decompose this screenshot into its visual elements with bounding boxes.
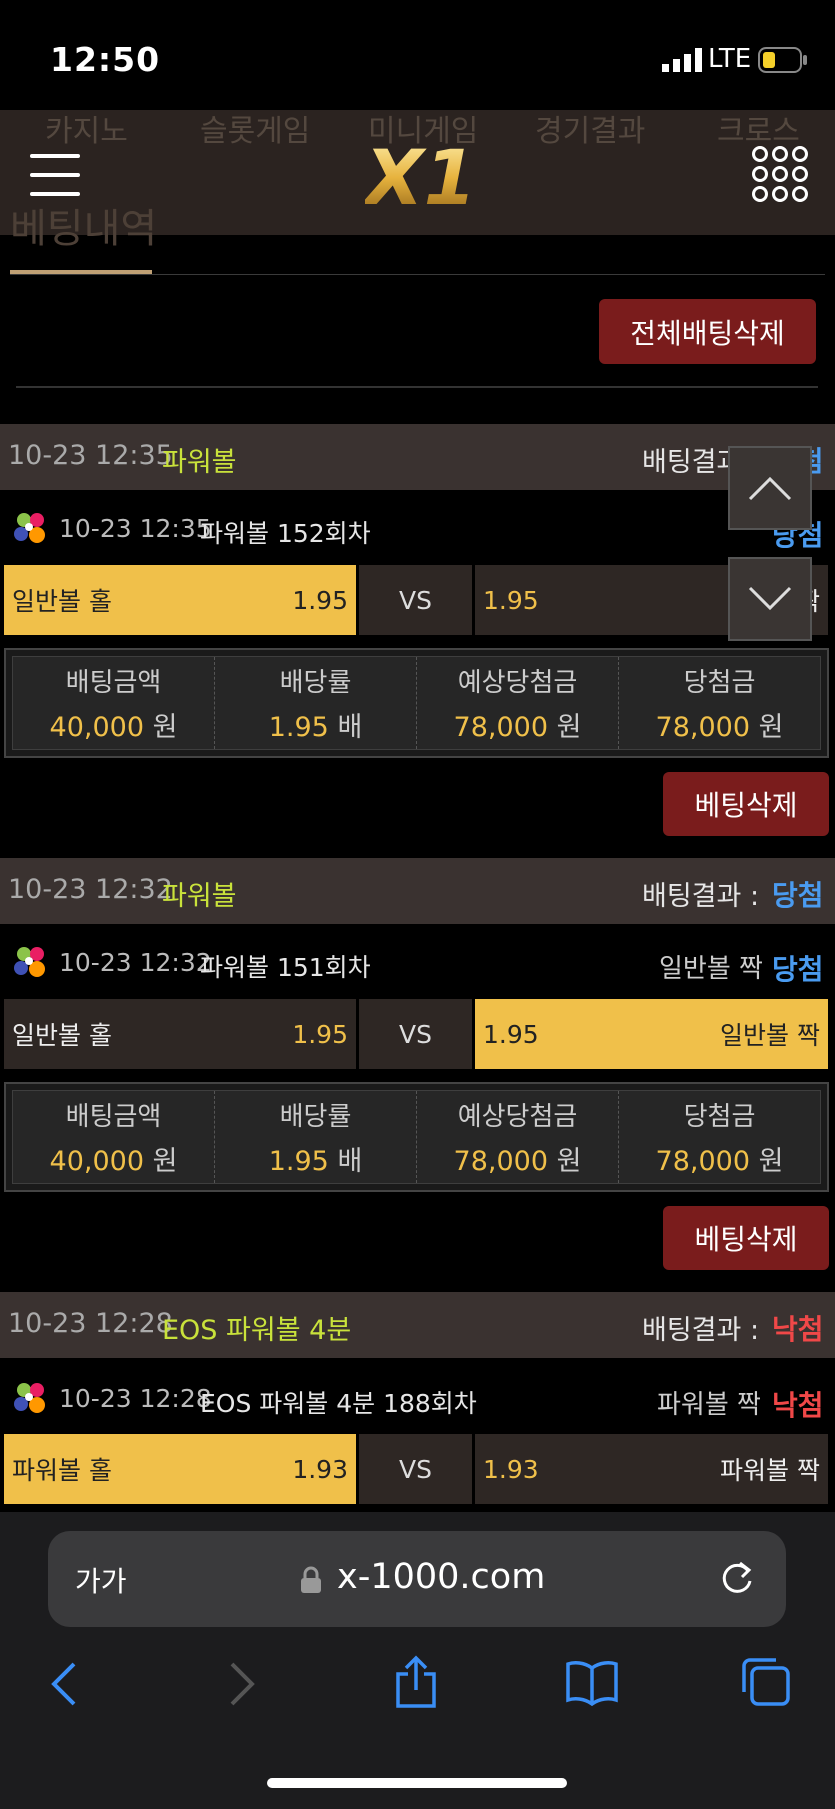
option-name: 일반볼 홀: [12, 587, 112, 616]
bet-detail-time: 10-23 12:35: [59, 514, 212, 543]
info-win-amount: 당첨금 78,000 원: [655, 1102, 784, 1177]
bet-detail-time: 10-23 12:32: [59, 948, 212, 977]
delete-bet-button[interactable]: 베팅삭제: [663, 1206, 829, 1270]
vs-label: VS: [359, 565, 472, 635]
bet-option-right: 1.95 일반볼 짝: [475, 999, 828, 1069]
status-time: 12:50: [50, 40, 161, 79]
delete-bet-button[interactable]: 베팅삭제: [663, 772, 829, 836]
option-odds: 1.95: [292, 585, 348, 615]
nav-cross[interactable]: 크로스: [717, 106, 800, 150]
powerball-icon: [10, 1378, 50, 1418]
apps-grid-icon[interactable]: [752, 146, 808, 202]
bet-round: EOS 파워볼 4분 188회차: [200, 1389, 477, 1418]
bet-result: 낙첨: [772, 1313, 824, 1346]
text-size-button[interactable]: 가가: [75, 1560, 127, 1600]
powerball-icon: [10, 942, 50, 982]
divider: [16, 386, 818, 388]
site-logo[interactable]: X1: [361, 133, 476, 222]
chevron-up-icon: [748, 476, 792, 501]
option-odds: 1.95: [483, 585, 539, 615]
chevron-down-icon: [748, 586, 792, 611]
powerball-icon: [10, 508, 50, 548]
tab-divider: [10, 274, 825, 275]
bet-detail-result: 당첨: [772, 953, 824, 986]
delete-all-bets-button[interactable]: 전체배팅삭제: [599, 299, 816, 364]
nav-slot[interactable]: 슬롯게임: [200, 106, 310, 150]
bookmarks-icon[interactable]: [564, 1660, 620, 1710]
info-odds: 배당률 1.95 배: [215, 1091, 417, 1183]
option-odds: 1.95: [292, 1019, 348, 1049]
network-label: LTE: [708, 44, 752, 74]
info-bet-amount: 배팅금액 40,000 원: [13, 657, 215, 749]
bet-detail-result: 낙첨: [772, 1389, 824, 1422]
info-expected-win: 예상당첨금 78,000 원: [417, 1091, 619, 1183]
option-name: 일반볼 짝: [720, 1021, 820, 1050]
forward-icon[interactable]: [226, 1660, 260, 1712]
bet-datetime: 10-23 12:28: [8, 1308, 173, 1339]
bet-round: 파워볼 152회차: [200, 519, 371, 548]
page-title: 베팅내역: [10, 206, 158, 252]
bet-detail-time: 10-23 12:28: [59, 1384, 212, 1413]
bet-info-box: 배팅금액 40,000 원 배당률 1.95 배 예상당첨금 78,000 원 당첨금…: [4, 1082, 829, 1192]
lock-icon: [300, 1566, 322, 1598]
option-odds: 1.95: [483, 1019, 539, 1049]
bet-option-right: 1.93 파워볼 짝: [475, 1434, 828, 1504]
nav-casino[interactable]: 카지노: [45, 106, 128, 150]
nav-results[interactable]: 경기결과: [535, 106, 645, 150]
bet-result-label: 배팅결과 :: [642, 881, 760, 912]
option-name: 파워볼 짝: [720, 1456, 820, 1485]
bet-option-left: 일반볼 홀 1.95: [4, 999, 356, 1069]
bet-result: 당첨: [772, 879, 824, 912]
bet-pick: 파워볼 짝: [657, 1390, 761, 1420]
battery-icon: [758, 47, 808, 73]
info-expected-win: 예상당첨금 78,000 원: [417, 657, 619, 749]
vs-label: VS: [359, 1434, 472, 1504]
info-win-amount: 당첨금 78,000 원: [655, 668, 784, 743]
home-indicator: [267, 1778, 567, 1788]
signal-icon: [662, 48, 704, 72]
bet-round: 파워볼 151회차: [200, 953, 371, 982]
bet-pick: 일반볼 짝: [659, 954, 763, 984]
reload-icon[interactable]: [718, 1559, 756, 1601]
bet-info-box: 배팅금액 40,000 원 배당률 1.95 배 예상당첨금 78,000 원 당첨금…: [4, 648, 829, 758]
hamburger-menu-icon[interactable]: [30, 154, 80, 198]
vs-label: VS: [359, 999, 472, 1069]
bet-datetime: 10-23 12:35: [8, 440, 173, 471]
option-odds: 1.93: [483, 1454, 539, 1484]
option-name: 일반볼 홀: [12, 1021, 112, 1050]
bet-option-left: 일반볼 홀 1.95: [4, 565, 356, 635]
back-icon[interactable]: [46, 1660, 80, 1712]
bet-datetime: 10-23 12:32: [8, 874, 173, 905]
bet-game: 파워볼: [162, 447, 237, 478]
bet-game: 파워볼: [162, 881, 237, 912]
url-text[interactable]: x-1000.com: [337, 1557, 545, 1597]
scroll-down-button[interactable]: [728, 557, 812, 641]
scroll-up-button[interactable]: [728, 446, 812, 530]
bet-game: EOS 파워볼 4분: [162, 1315, 352, 1346]
info-odds: 배당률 1.95 배: [215, 657, 417, 749]
svg-text:X1: X1: [365, 138, 473, 212]
option-name: 파워볼 홀: [12, 1456, 112, 1485]
tabs-icon[interactable]: [740, 1656, 792, 1712]
share-icon[interactable]: [392, 1654, 440, 1714]
option-odds: 1.93: [292, 1454, 348, 1484]
bet-result-label: 배팅결과 :: [642, 1315, 760, 1346]
info-bet-amount: 배팅금액 40,000 원: [13, 1091, 215, 1183]
bet-option-left: 파워볼 홀 1.93: [4, 1434, 356, 1504]
